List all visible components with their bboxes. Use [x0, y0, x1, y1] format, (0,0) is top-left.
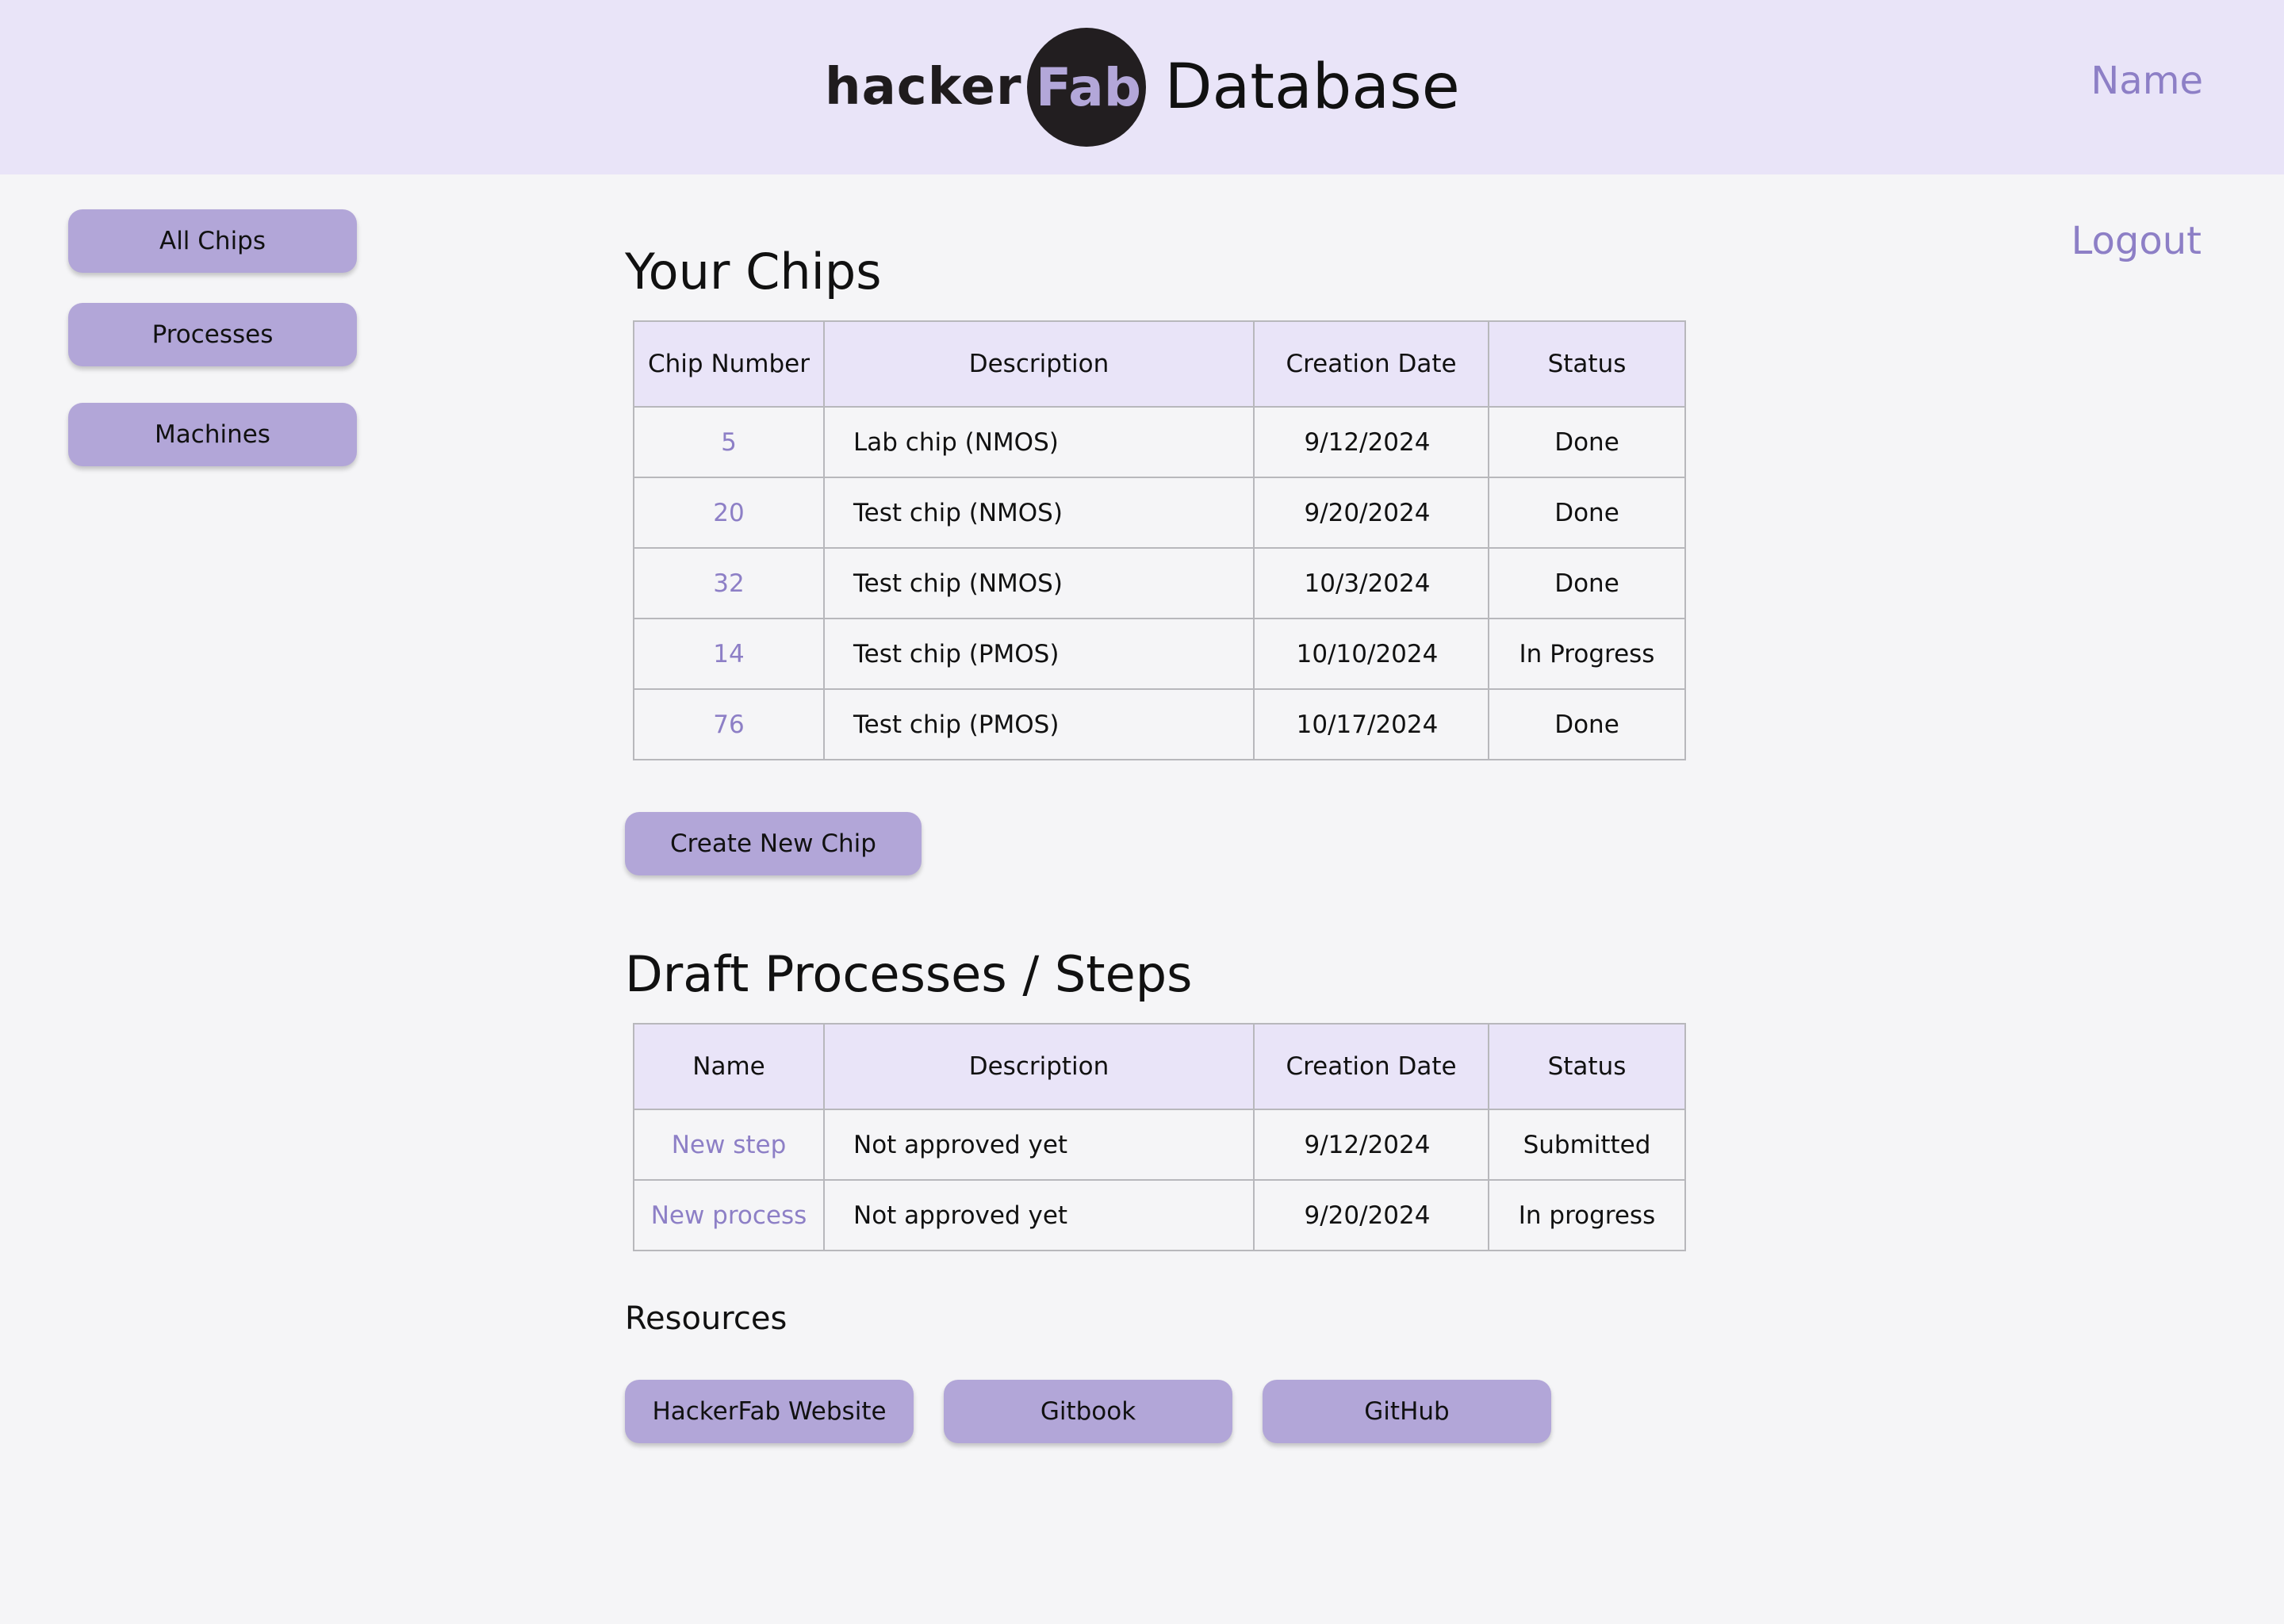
- draft-name-link[interactable]: New step: [672, 1131, 787, 1159]
- logo-fab-badge: Fab: [1026, 28, 1146, 147]
- column-header: Description: [823, 1023, 1255, 1110]
- draft-creation-date: 9/20/2024: [1304, 1201, 1431, 1230]
- table-header-row: Name Description Creation Date Status: [633, 1023, 1686, 1110]
- logo-database-text: Database: [1164, 52, 1460, 123]
- draft-description: Not approved yet: [823, 1109, 1255, 1181]
- table-row: 76 Test chip (PMOS) 10/17/2024 Done: [633, 688, 1686, 760]
- column-header: Creation Date: [1253, 320, 1489, 408]
- draft-processes-title: Draft Processes / Steps: [625, 945, 1193, 1003]
- chip-status: Done: [1488, 477, 1686, 549]
- chip-number-link[interactable]: 32: [713, 569, 744, 598]
- chip-creation-date: 10/10/2024: [1296, 639, 1439, 668]
- chip-number-link[interactable]: 76: [713, 710, 744, 739]
- chip-creation-date: 10/17/2024: [1296, 710, 1439, 739]
- draft-description: Not approved yet: [823, 1179, 1255, 1251]
- sidebar-item-machines[interactable]: Machines: [68, 403, 357, 466]
- chip-number-link[interactable]: 5: [721, 428, 737, 457]
- table-row: 5 Lab chip (NMOS) 9/12/2024 Done: [633, 406, 1686, 478]
- table-row: 32 Test chip (NMOS) 10/3/2024 Done: [633, 547, 1686, 619]
- draft-status: Submitted: [1488, 1109, 1686, 1181]
- hackerfab-logo[interactable]: hacker Fab Database: [825, 27, 1460, 147]
- chip-description: Lab chip (NMOS): [823, 406, 1255, 478]
- chip-status: Done: [1488, 406, 1686, 478]
- chip-description: Test chip (PMOS): [823, 688, 1255, 760]
- drafts-table: Name Description Creation Date Status Ne…: [633, 1023, 1686, 1251]
- column-header: Name: [633, 1023, 825, 1110]
- chip-description: Test chip (PMOS): [823, 618, 1255, 690]
- column-header: Description: [823, 320, 1255, 408]
- chip-number-link[interactable]: 14: [713, 640, 744, 668]
- table-row: 20 Test chip (NMOS) 9/20/2024 Done: [633, 477, 1686, 549]
- hackerfab-website-button[interactable]: HackerFab Website: [625, 1380, 914, 1443]
- table-row: 14 Test chip (PMOS) 10/10/2024 In Progre…: [633, 618, 1686, 690]
- draft-creation-date: 9/12/2024: [1304, 1130, 1431, 1159]
- chip-description: Test chip (NMOS): [823, 547, 1255, 619]
- column-header: Creation Date: [1253, 1023, 1489, 1110]
- user-name-link[interactable]: Name: [2090, 59, 2203, 103]
- sidebar-item-processes[interactable]: Processes: [68, 303, 357, 366]
- chip-status: Done: [1488, 547, 1686, 619]
- column-header: Status: [1488, 320, 1686, 408]
- draft-name-link[interactable]: New process: [651, 1201, 807, 1230]
- header-bar: hacker Fab Database Name: [0, 0, 2284, 174]
- chip-creation-date: 9/20/2024: [1304, 498, 1431, 527]
- chip-description: Test chip (NMOS): [823, 477, 1255, 549]
- chip-number-link[interactable]: 20: [713, 499, 744, 527]
- sidebar-item-all-chips[interactable]: All Chips: [68, 209, 357, 273]
- github-button[interactable]: GitHub: [1263, 1380, 1551, 1443]
- draft-status: In progress: [1488, 1179, 1686, 1251]
- chip-creation-date: 10/3/2024: [1304, 569, 1431, 598]
- chip-status: In Progress: [1488, 618, 1686, 690]
- resources-heading: Resources: [625, 1300, 788, 1337]
- logout-link[interactable]: Logout: [2071, 219, 2202, 263]
- column-header: Status: [1488, 1023, 1686, 1110]
- chips-table: Chip Number Description Creation Date St…: [633, 320, 1686, 760]
- chip-creation-date: 9/12/2024: [1304, 427, 1431, 457]
- create-new-chip-button[interactable]: Create New Chip: [625, 812, 922, 875]
- table-row: New step Not approved yet 9/12/2024 Subm…: [633, 1109, 1686, 1181]
- logo-fab-text: Fab: [1036, 56, 1141, 118]
- chip-status: Done: [1488, 688, 1686, 760]
- logo-hacker-text: hacker: [825, 58, 1022, 117]
- gitbook-button[interactable]: Gitbook: [944, 1380, 1232, 1443]
- table-header-row: Chip Number Description Creation Date St…: [633, 320, 1686, 408]
- column-header: Chip Number: [633, 320, 825, 408]
- your-chips-title: Your Chips: [625, 243, 882, 301]
- table-row: New process Not approved yet 9/20/2024 I…: [633, 1179, 1686, 1251]
